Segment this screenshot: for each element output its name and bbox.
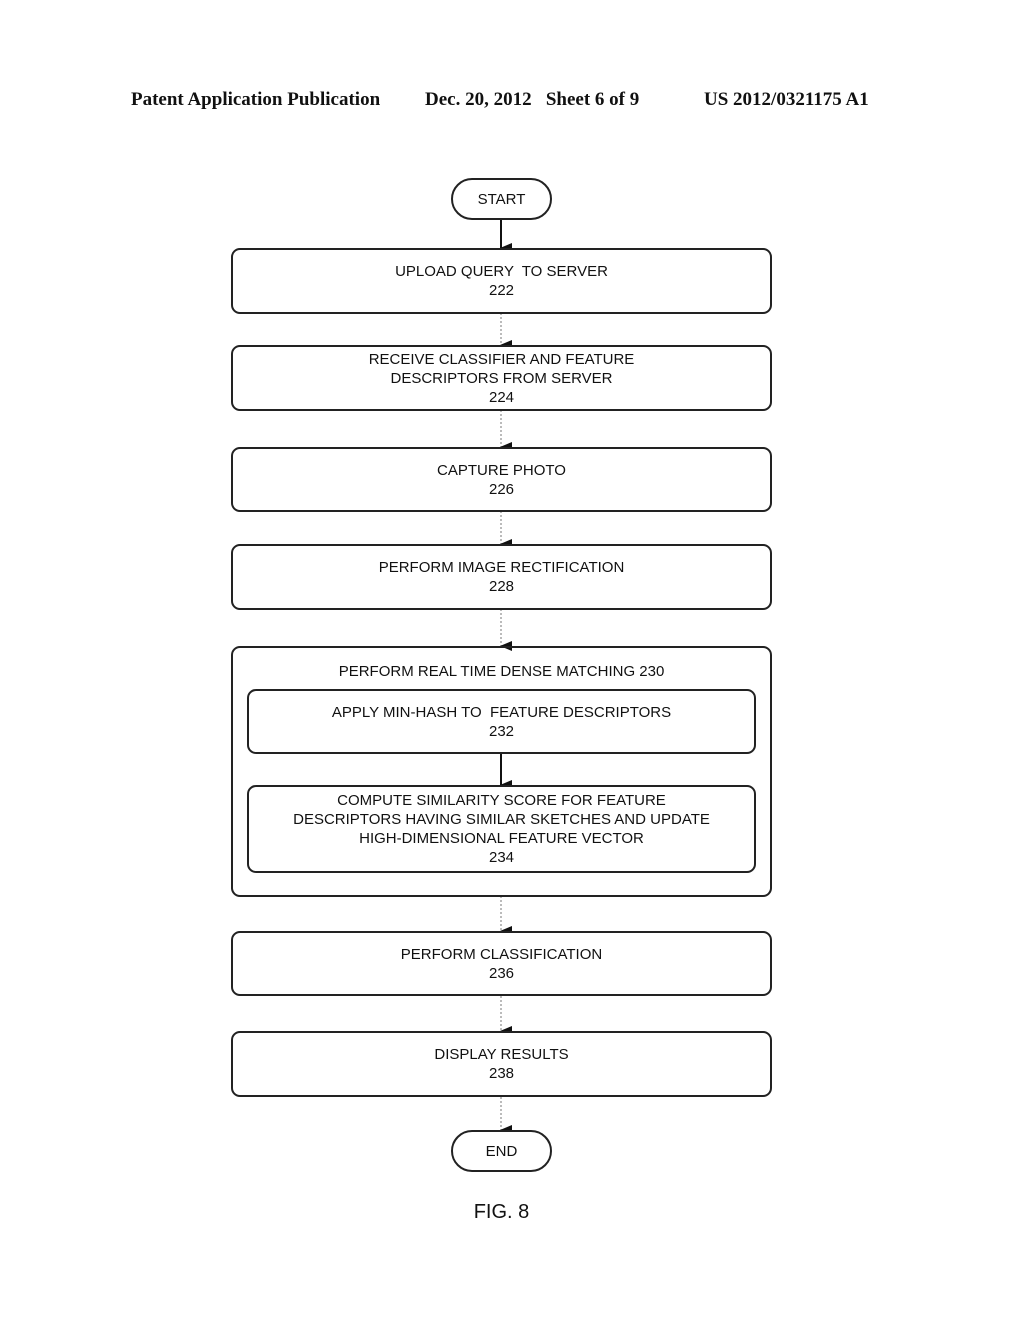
substep-232-min-hash: APPLY MIN-HASH TO FEATURE DESCRIPTORS 23… — [247, 689, 756, 754]
step-ref: 222 — [488, 282, 515, 299]
step-label: UPLOAD QUERY TO SERVER — [395, 263, 608, 280]
step-label: HIGH-DIMENSIONAL FEATURE VECTOR — [359, 830, 644, 847]
substep-234-similarity-score: COMPUTE SIMILARITY SCORE FOR FEATURE DES… — [247, 785, 756, 873]
group-title: PERFORM REAL TIME DENSE MATCHING 230 — [338, 663, 665, 680]
step-228-image-rectification: PERFORM IMAGE RECTIFICATION 228 — [231, 544, 772, 610]
step-label: CAPTURE PHOTO — [437, 461, 566, 479]
step-ref: 232 — [488, 722, 515, 740]
start-label: START — [477, 190, 526, 208]
step-222-upload-query: UPLOAD QUERY TO SERVER 222 — [231, 248, 772, 314]
step-label: DESCRIPTORS HAVING SIMILAR SKETCHES AND … — [293, 811, 710, 828]
step-ref: 228 — [488, 578, 515, 595]
step-label: RECEIVE CLASSIFIER AND FEATURE — [368, 350, 635, 368]
step-236-classification: PERFORM CLASSIFICATION 236 — [231, 931, 772, 996]
end-label: END — [485, 1142, 518, 1160]
step-238-display-results: DISPLAY RESULTS 238 — [231, 1031, 772, 1097]
end-terminal: END — [451, 1130, 552, 1172]
step-226-capture-photo: CAPTURE PHOTO 226 — [231, 447, 772, 512]
step-label: DISPLAY RESULTS — [434, 1046, 569, 1063]
step-label: APPLY MIN-HASH TO FEATURE DESCRIPTORS — [331, 703, 672, 721]
step-label: DESCRIPTORS FROM SERVER — [390, 369, 613, 387]
figure-label: FIG. 8 — [473, 1201, 530, 1223]
step-ref: 224 — [488, 388, 515, 406]
step-label: COMPUTE SIMILARITY SCORE FOR FEATURE — [337, 792, 666, 809]
step-ref: 238 — [488, 1065, 515, 1082]
step-ref: 234 — [488, 849, 515, 866]
step-224-receive-classifier: RECEIVE CLASSIFIER AND FEATURE DESCRIPTO… — [231, 345, 772, 411]
step-label: PERFORM CLASSIFICATION — [400, 945, 603, 963]
step-ref: 226 — [488, 480, 515, 498]
step-ref: 236 — [488, 964, 515, 982]
step-label: PERFORM IMAGE RECTIFICATION — [378, 559, 625, 576]
start-terminal: START — [451, 178, 552, 220]
